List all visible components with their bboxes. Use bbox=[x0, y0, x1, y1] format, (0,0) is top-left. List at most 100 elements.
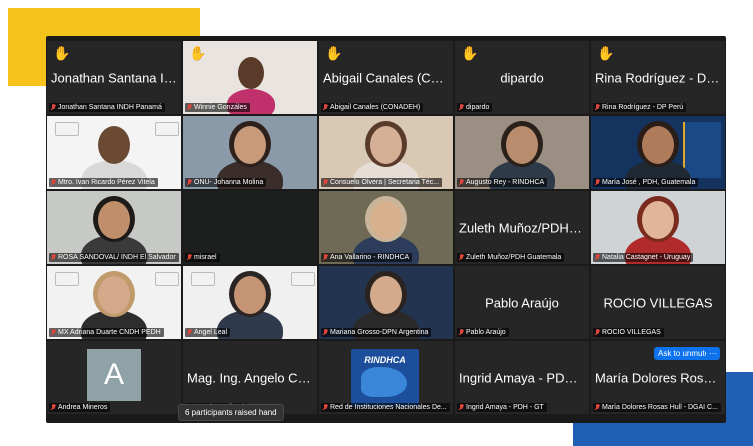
participant-tile[interactable]: Pablo Araújo Pablo Araújo bbox=[455, 266, 589, 339]
participant-name-text: Ingrid Amaya - PDH - GT bbox=[466, 404, 544, 411]
participant-name-label: dipardo bbox=[457, 103, 493, 112]
participant-face bbox=[234, 276, 266, 314]
participant-name-text: Andrea Mineros bbox=[58, 404, 108, 411]
participant-face bbox=[506, 126, 538, 164]
muted-mic-icon bbox=[51, 179, 56, 186]
participant-tile[interactable]: ROSA SANDOVAL/ INDH El Salvador bbox=[47, 191, 181, 264]
muted-mic-icon bbox=[595, 104, 600, 111]
participant-name-label: María José , PDH, Guatemala bbox=[593, 178, 699, 187]
muted-mic-icon bbox=[595, 179, 600, 186]
participant-name-text: Natalia Castagnet - Uruguay bbox=[602, 254, 691, 261]
participant-name-text: Abigail Canales (CONADEH) bbox=[330, 104, 421, 111]
participant-name-text: Consuelo Olvera | Secretaria Téc... bbox=[330, 179, 440, 186]
institution-logo bbox=[155, 272, 179, 286]
participant-tile[interactable]: Jonathan Santana IND... ✋ Jonathan Santana… bbox=[47, 41, 181, 114]
participant-tile[interactable]: RINDHCA Red de Instituciones Nacionales D… bbox=[319, 341, 453, 414]
participant-name-label: MX Adriana Duarte CNDH PEDH bbox=[49, 328, 164, 337]
participant-tile[interactable]: misrael bbox=[183, 191, 317, 264]
participant-name-text: misrael bbox=[194, 254, 217, 261]
raised-hand-icon: ✋ bbox=[461, 45, 479, 61]
participant-tile[interactable]: ✋ Winnie Gonzáles bbox=[183, 41, 317, 114]
participant-tile[interactable]: Augusto Rey - RINDHCA bbox=[455, 116, 589, 189]
participant-tile[interactable]: Angel Leal bbox=[183, 266, 317, 339]
participant-face bbox=[238, 57, 264, 89]
participant-name-label: Pablo Araújo bbox=[457, 328, 509, 337]
participant-name-label: Mariana Grosso-DPN Argentina bbox=[321, 328, 432, 337]
participant-face bbox=[98, 276, 130, 314]
participant-tile[interactable]: Mariana Grosso-DPN Argentina bbox=[319, 266, 453, 339]
institution-logo bbox=[55, 272, 79, 286]
participant-face bbox=[98, 126, 130, 164]
institution-logo bbox=[55, 122, 79, 136]
participant-face bbox=[642, 126, 674, 164]
participant-name-text: ROCIO VILLEGAS bbox=[602, 329, 661, 336]
participant-tile[interactable]: Zuleth Muñoz/PDH Gu... Zuleth Muñoz/PDH G… bbox=[455, 191, 589, 264]
participant-name-label: Rina Rodríguez - DP Perú bbox=[593, 103, 687, 112]
participant-name-text: Jonathan Santana INDH Panamá bbox=[58, 104, 162, 111]
ask-to-unmute-button[interactable]: Ask to unmute bbox=[654, 347, 714, 360]
participant-avatar: A bbox=[87, 349, 141, 401]
muted-mic-icon bbox=[323, 104, 328, 111]
participant-name-text: Pablo Araújo bbox=[466, 329, 506, 336]
participant-face bbox=[642, 201, 674, 239]
participant-name-text: MX Adriana Duarte CNDH PEDH bbox=[58, 329, 161, 336]
participant-display-name: Pablo Araújo bbox=[485, 295, 559, 310]
participant-tile[interactable]: Consuelo Olvera | Secretaria Téc... bbox=[319, 116, 453, 189]
participant-name-label: Augusto Rey - RINDHCA bbox=[457, 178, 548, 187]
participant-tile[interactable]: A Andrea Mineros bbox=[47, 341, 181, 414]
muted-mic-icon bbox=[459, 329, 464, 336]
organization-logo-text: RINDHCA bbox=[364, 355, 406, 365]
zoom-gallery-window: Jonathan Santana IND... ✋ Jonathan Santana… bbox=[46, 36, 726, 423]
participant-display-name: Jonathan Santana IND... bbox=[51, 70, 177, 85]
muted-mic-icon bbox=[323, 329, 328, 336]
participant-face bbox=[370, 201, 402, 239]
participant-tile[interactable]: Ana Vallarino - RINDHCA bbox=[319, 191, 453, 264]
participant-display-name: Abigail Canales (CON... bbox=[323, 70, 449, 85]
participant-tile[interactable]: Abigail Canales (CON... ✋ Abigail Canales … bbox=[319, 41, 453, 114]
participant-display-name: ROCIO VILLEGAS bbox=[603, 295, 713, 310]
muted-mic-icon bbox=[323, 254, 328, 261]
participant-tile[interactable]: Rina Rodríguez - DP P... ✋ Rina Rodríguez … bbox=[591, 41, 725, 114]
participant-tile[interactable]: Natalia Castagnet - Uruguay bbox=[591, 191, 725, 264]
participant-face bbox=[370, 126, 402, 164]
muted-mic-icon bbox=[595, 329, 600, 336]
participant-name-label: Red de Instituciones Nacionales De... bbox=[321, 403, 450, 412]
participant-name-label: Angel Leal bbox=[185, 328, 231, 337]
participant-name-text: ROSA SANDOVAL/ INDH El Salvador bbox=[58, 254, 176, 261]
participant-name-text: Rina Rodríguez - DP Perú bbox=[602, 104, 684, 111]
participant-display-name: Mag. Ing. Angelo Carib... bbox=[187, 370, 313, 385]
participant-tile[interactable]: Mtro. Ivan Ricardo Pérez Vitela bbox=[47, 116, 181, 189]
raised-hand-icon: ✋ bbox=[325, 45, 343, 61]
participant-name-text: Angel Leal bbox=[194, 329, 228, 336]
participant-name-label: Abigail Canales (CONADEH) bbox=[321, 103, 424, 112]
muted-mic-icon bbox=[187, 104, 192, 111]
more-options-button[interactable]: ··· bbox=[706, 347, 720, 360]
participant-name-text: Mtro. Ivan Ricardo Pérez Vitela bbox=[58, 179, 155, 186]
muted-mic-icon bbox=[595, 254, 600, 261]
participant-name-label: Zuleth Muñoz/PDH Guatemala bbox=[457, 253, 565, 262]
participant-tile[interactable]: dipardo ✋ dipardo bbox=[455, 41, 589, 114]
muted-mic-icon bbox=[459, 179, 464, 186]
participant-tile[interactable]: ONU- Johanna Molina bbox=[183, 116, 317, 189]
background-poster bbox=[683, 122, 721, 178]
participant-name-label: Andrea Mineros bbox=[49, 403, 111, 412]
participant-tile[interactable]: Ingrid Amaya - PDH -... Ingrid Amaya - PD… bbox=[455, 341, 589, 414]
participant-name-label: Ingrid Amaya - PDH - GT bbox=[457, 403, 547, 412]
participant-face bbox=[234, 126, 266, 164]
muted-mic-icon bbox=[187, 179, 192, 186]
participant-tile[interactable]: María José , PDH, Guatemala bbox=[591, 116, 725, 189]
participant-name-text: Winnie Gonzáles bbox=[194, 104, 247, 111]
participant-name-label: Jonathan Santana INDH Panamá bbox=[49, 103, 165, 112]
raised-hands-notification[interactable]: 6 participants raised hand bbox=[178, 404, 284, 421]
organization-logo: RINDHCA bbox=[351, 349, 419, 407]
participant-tile[interactable]: MX Adriana Duarte CNDH PEDH bbox=[47, 266, 181, 339]
muted-mic-icon bbox=[459, 404, 464, 411]
muted-mic-icon bbox=[323, 404, 328, 411]
muted-mic-icon bbox=[323, 179, 328, 186]
participant-tile[interactable]: ROCIO VILLEGAS ROCIO VILLEGAS bbox=[591, 266, 725, 339]
participant-face bbox=[98, 201, 130, 239]
participant-name-label: Mtro. Ivan Ricardo Pérez Vitela bbox=[49, 178, 158, 187]
participant-name-label: ROSA SANDOVAL/ INDH El Salvador bbox=[49, 253, 179, 262]
muted-mic-icon bbox=[459, 104, 464, 111]
participant-name-text: Red de Instituciones Nacionales De... bbox=[330, 404, 447, 411]
